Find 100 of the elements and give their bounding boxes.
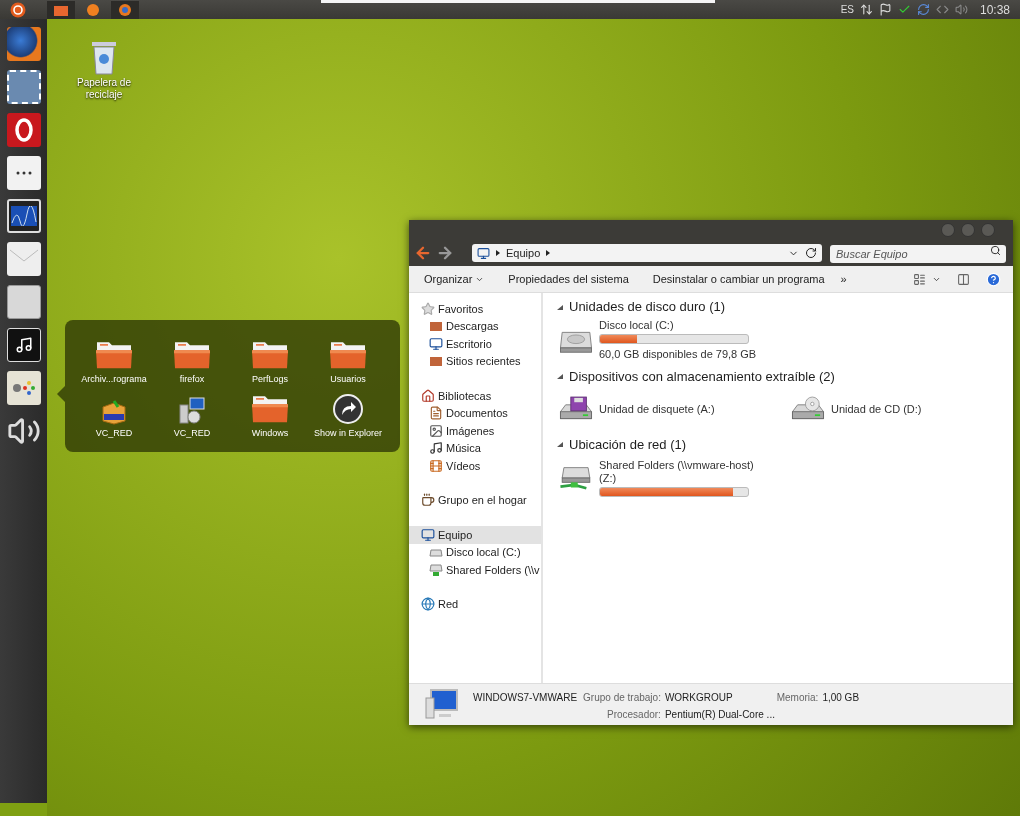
field-value: Pentium(R) Dual-Core ... [664,708,776,722]
search-field[interactable]: Buscar Equipo [830,245,1006,263]
back-button[interactable] [414,244,432,262]
collapse-triangle-icon[interactable] [557,442,563,447]
trash-bin-icon[interactable] [90,39,118,75]
chat-bubble-icon[interactable] [6,156,41,190]
computer-icon [425,688,459,720]
computer-name: WINDOWS7-VMWARE [473,691,578,705]
drive-item[interactable]: Unidad de disquete (A:) [557,388,769,431]
drive-name: Unidad de disquete (A:) [599,403,716,416]
drive-name: Shared Folders (\\vmware-host) (Z:) [599,458,755,485]
free-space-text: 60,0 GB disponibles de 79,8 GB [599,347,758,362]
command-button[interactable]: Desinstalar o cambiar un programa [652,270,825,288]
nav-item[interactable]: Imágenes [409,422,541,440]
package-icon [100,398,128,425]
stack-item[interactable]: VC_RED [75,386,153,440]
stack-item[interactable]: VC_RED [153,386,231,440]
folder-icon [429,354,443,369]
help-icon[interactable] [986,271,1001,287]
drive-item[interactable]: Unidad de CD (D:) [789,388,1001,431]
image-icon [429,423,443,438]
envelope-icon[interactable] [6,242,41,276]
computer-icon [421,527,435,542]
cpu-monitor-icon[interactable] [6,199,41,233]
nav-item[interactable]: Favoritos [409,300,541,318]
stack-item[interactable]: Usuarios [309,332,387,386]
address-bar[interactable]: Equipo [472,244,822,262]
field-label: Memoria: [776,691,819,705]
browser-icon [119,3,131,16]
code-icon[interactable] [935,3,949,16]
collapse-triangle-icon[interactable] [557,304,563,310]
organize-menu[interactable]: Organizar [424,270,485,288]
home-icon [421,388,435,403]
group-header[interactable]: Ubicación de red (1) [569,434,687,455]
field-value: 1,00 GB [822,691,860,705]
stack-item[interactable]: Show in Explorer [309,386,387,440]
drive-item[interactable]: Disco local (C:) 60,0 GB disponibles de 79,8 GB [557,319,769,363]
keyboard-layout-indicator[interactable]: ES [840,2,854,17]
star-icon [421,301,435,316]
group-header[interactable]: Unidades de disco duro (1) [569,297,726,317]
globe-icon [421,597,435,612]
group-header[interactable]: Dispositivos con almacenamiento extraíble (2) [569,366,835,387]
document-icon [429,406,443,421]
nav-item[interactable]: Grupo en el hogar [409,491,541,509]
command-button[interactable]: Propiedades del sistema [508,270,629,288]
nav-item[interactable]: Música [409,439,541,457]
nav-item[interactable]: Disco local (C:) [409,543,541,561]
preview-pane-icon[interactable] [957,272,970,286]
forward-button[interactable] [436,244,454,262]
nav-item[interactable]: Bibliotecas [409,387,541,405]
nav-item[interactable]: Red [409,595,541,613]
nav-item[interactable]: Escritorio [409,335,541,353]
drive-item[interactable]: Shared Folders (\\vmware-host) (Z:) [557,456,769,499]
breadcrumb-item[interactable]: Equipo [506,244,541,262]
flag-icon[interactable] [878,3,892,16]
browser-icon[interactable] [6,27,41,61]
folder-icon [429,319,443,334]
drive-icon[interactable] [6,285,41,319]
monitor-icon [429,336,443,351]
stack-item[interactable]: firefox [153,332,231,386]
clock[interactable]: 10:38 [979,0,1010,19]
sync-icon[interactable] [916,3,930,16]
installer-icon [178,396,206,425]
nav-item[interactable]: Shared Folders (\\v [409,561,541,579]
field-label: Procesador: [606,708,661,722]
nav-item[interactable]: Descargas [409,317,541,335]
drive-name: Unidad de CD (D:) [831,403,923,416]
gamepad-icon[interactable] [6,371,41,405]
taskbar-tab[interactable] [47,0,75,19]
ubuntu-logo-icon[interactable] [10,1,26,18]
cup-icon [421,493,435,508]
chevron-icon [546,250,551,256]
refresh-icon[interactable] [805,247,817,259]
nav-item[interactable]: Sitios recientes [409,352,541,370]
taskbar-tab[interactable] [111,0,139,19]
stack-item[interactable]: Windows [231,386,309,440]
folder-icon [54,3,68,16]
more-commands-button[interactable]: » [840,270,847,288]
nav-item[interactable]: Vídeos [409,457,541,475]
check-icon[interactable] [897,3,911,16]
stack-item[interactable]: PerfLogs [231,332,309,386]
field-value: WORKGROUP [664,691,733,705]
opera-icon[interactable] [6,113,41,147]
network-drive-icon [429,562,443,577]
collapse-triangle-icon[interactable] [557,374,563,379]
view-options-icon[interactable] [913,272,926,286]
chevron-icon [496,250,500,256]
network-icon[interactable] [859,3,873,16]
nav-item[interactable]: Documentos [409,404,541,422]
field-label: Grupo de trabajo: [583,691,661,705]
stamp-icon[interactable] [6,70,41,104]
music-player-icon[interactable] [6,328,41,362]
computer-icon [477,246,490,260]
drive-name: Disco local (C:) [599,319,675,332]
stack-item[interactable]: Archiv...rograma [75,332,153,386]
app-icon [87,3,99,16]
film-icon [429,458,443,473]
search-icon[interactable] [990,245,1001,256]
nav-item[interactable]: Equipo [409,526,541,544]
music-note-icon [429,441,443,456]
